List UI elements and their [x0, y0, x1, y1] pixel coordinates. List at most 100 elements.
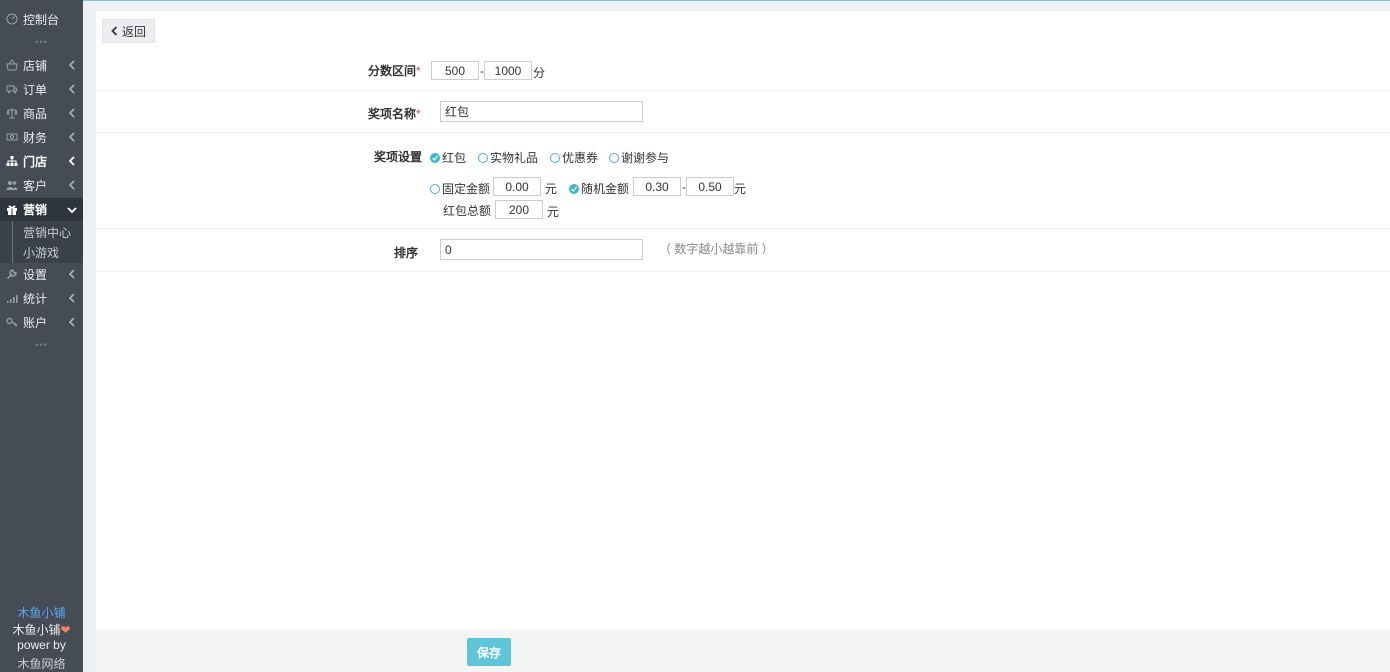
chevron-left-icon: [111, 26, 118, 36]
heart-icon: ❤: [60, 623, 71, 637]
chevron-left-icon: [66, 269, 78, 279]
row-divider: [96, 271, 1390, 272]
sidebar-item-label: 财务: [23, 130, 48, 145]
sort-hint: （ 数字越小越靠前 ）: [659, 242, 774, 256]
row-divider: [96, 228, 1390, 229]
users-icon: [5, 178, 19, 192]
prize-name-label-text: 奖项名称: [368, 107, 417, 121]
score-max-input[interactable]: 1000: [484, 61, 532, 80]
sidebar: 控制台 ••• 店铺 订单 商品 财务 门店 客户 营销 营销中心 小游戏 设置…: [0, 0, 83, 672]
radio-label: 固定金额: [442, 182, 491, 196]
radio-label: 实物礼品: [490, 151, 539, 165]
wrench-icon: [5, 267, 19, 281]
radio-coupon[interactable]: 优惠券: [550, 149, 598, 166]
row-divider: [96, 132, 1390, 133]
back-button[interactable]: 返回: [102, 19, 155, 43]
prize-name-label: 奖项名称*: [368, 105, 421, 122]
required-mark: *: [416, 107, 421, 121]
save-button[interactable]: 保存: [467, 638, 511, 666]
sidebar-item-products[interactable]: 商品: [0, 102, 83, 124]
basket-icon: [5, 58, 19, 72]
radio-physical-gift[interactable]: 实物礼品: [478, 149, 538, 166]
radio-unchecked-icon: [430, 183, 440, 194]
back-button-label: 返回: [121, 24, 146, 39]
separator-dots: •••: [35, 37, 48, 47]
radio-unchecked-icon: [550, 152, 560, 163]
brand-name: 木鱼小铺❤: [0, 621, 83, 638]
row-divider: [96, 90, 1390, 91]
radio-random-amount[interactable]: 随机金额: [569, 180, 629, 197]
chevron-left-icon: [66, 132, 78, 142]
score-range-label-text: 分数区间: [368, 64, 417, 78]
required-mark: *: [416, 64, 421, 78]
sidebar-item-label: 客户: [23, 178, 48, 193]
chevron-left-icon: [66, 84, 78, 94]
submenu-item-mini-games[interactable]: 小游戏: [23, 244, 59, 261]
chevron-left-icon: [66, 156, 78, 166]
sidebar-item-label: 店铺: [23, 58, 48, 73]
score-range-label: 分数区间*: [368, 62, 421, 79]
marketing-submenu: 营销中心 小游戏: [0, 221, 83, 263]
scale-icon: [5, 106, 19, 120]
radio-fixed-amount[interactable]: 固定金额: [430, 180, 490, 197]
sidebar-item-label: 账户: [23, 315, 48, 330]
score-unit: 分: [533, 66, 546, 80]
radio-checked-icon: [430, 152, 440, 163]
prize-name-input[interactable]: 红包: [440, 101, 643, 122]
sidebar-item-marketing[interactable]: 营销: [0, 198, 83, 221]
separator-dots: •••: [35, 340, 48, 350]
sidebar-item-orders[interactable]: 订单: [0, 78, 83, 100]
sidebar-item-finance[interactable]: 财务: [0, 126, 83, 148]
sidebar-item-label: 商品: [23, 106, 48, 121]
radio-label: 谢谢参与: [621, 151, 670, 165]
chevron-left-icon: [66, 180, 78, 190]
dashboard-icon: [5, 12, 19, 26]
sidebar-item-statistics[interactable]: 统计: [0, 287, 83, 309]
sitemap-icon: [5, 154, 19, 168]
submenu-guide-line: [12, 221, 13, 263]
score-min-input[interactable]: 500: [431, 61, 479, 80]
top-band: [96, 1, 1390, 11]
sidebar-edge: [83, 0, 96, 672]
prize-setting-label: 奖项设置: [374, 150, 423, 164]
sidebar-item-label: 门店: [23, 154, 48, 169]
radio-label: 红包: [442, 151, 467, 165]
radio-red-packet[interactable]: 红包: [430, 149, 466, 166]
sidebar-item-label: 营销: [23, 203, 48, 217]
sidebar-item-account[interactable]: 账户: [0, 311, 83, 333]
sidebar-item-dashboard[interactable]: 控制台: [0, 8, 83, 30]
sidebar-item-label: 订单: [23, 82, 48, 97]
sidebar-item-settings[interactable]: 设置: [0, 263, 83, 285]
brand-link[interactable]: 木鱼小铺: [0, 604, 83, 621]
chevron-left-icon: [66, 108, 78, 118]
total-amount-unit: 元: [547, 205, 560, 219]
signal-icon: [5, 291, 19, 305]
chevron-left-icon: [66, 293, 78, 303]
radio-checked-icon: [569, 183, 579, 194]
radio-unchecked-icon: [609, 152, 619, 163]
random-min-input[interactable]: 0.30: [633, 177, 681, 196]
random-amount-unit: 元: [734, 182, 747, 196]
key-icon: [5, 315, 19, 329]
radio-unchecked-icon: [478, 152, 488, 163]
chevron-left-icon: [66, 317, 78, 327]
total-amount-label: 红包总额: [443, 204, 492, 218]
total-amount-input[interactable]: 200: [495, 200, 543, 219]
sidebar-item-stores[interactable]: 门店: [0, 150, 83, 172]
fixed-amount-input[interactable]: 0.00: [493, 177, 541, 196]
sort-input[interactable]: 0: [440, 239, 643, 260]
main-content: 返回 分数区间* 500 - 1000 分 奖项名称* 红包 奖项设置 红包 实…: [96, 11, 1390, 672]
radio-label: 优惠券: [562, 151, 599, 165]
action-bar: 保存: [96, 629, 1390, 672]
radio-thanks[interactable]: 谢谢参与: [609, 149, 669, 166]
truck-icon: [5, 82, 19, 96]
chevron-left-icon: [66, 60, 78, 70]
company-name: 木鱼网络: [17, 657, 66, 671]
sidebar-item-customers[interactable]: 客户: [0, 174, 83, 196]
radio-label: 随机金额: [581, 182, 630, 196]
sidebar-item-label: 设置: [23, 267, 48, 282]
sidebar-item-shop[interactable]: 店铺: [0, 54, 83, 76]
brand-name-text: 木鱼小铺: [12, 623, 61, 637]
submenu-item-marketing-center[interactable]: 营销中心: [23, 224, 71, 241]
random-max-input[interactable]: 0.50: [686, 177, 734, 196]
